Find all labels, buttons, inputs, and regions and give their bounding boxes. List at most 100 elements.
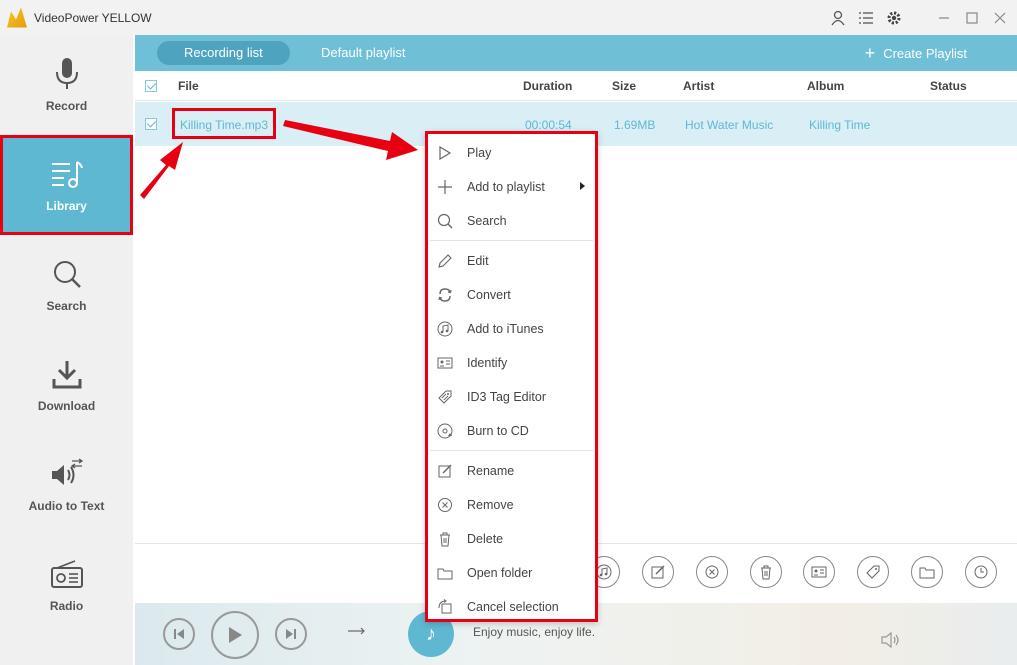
sidebar-item-search[interactable]: Search	[0, 235, 133, 335]
menu-item-add-to-playlist[interactable]: Add to playlist	[428, 170, 595, 204]
tab-default-playlist[interactable]: Default playlist	[294, 41, 433, 65]
menu-item-cancel-selection[interactable]: Cancel selection	[428, 590, 595, 624]
radio-icon	[50, 557, 84, 591]
create-playlist-button[interactable]: + Create Playlist	[865, 41, 967, 65]
filename-highlight-box	[172, 108, 276, 139]
menu-item-edit[interactable]: Edit	[428, 244, 595, 278]
column-header-file[interactable]: File	[178, 79, 199, 93]
music-note-icon: ♪	[426, 622, 436, 645]
folder-icon[interactable]	[911, 556, 943, 588]
create-playlist-label: Create Playlist	[883, 46, 967, 61]
convert-icon	[435, 285, 455, 305]
menu-list-icon[interactable]	[857, 9, 875, 27]
menu-item-label: Delete	[467, 532, 504, 546]
remove-icon[interactable]	[696, 556, 728, 588]
library-music-icon	[50, 157, 84, 191]
title-bar: VideoPower YELLOW	[0, 0, 1017, 35]
clock-icon[interactable]	[965, 556, 997, 588]
remove-icon	[435, 495, 455, 515]
sidebar-item-radio[interactable]: Radio	[0, 535, 133, 635]
tag-icon	[435, 387, 455, 407]
volume-icon[interactable]	[880, 631, 902, 652]
menu-item-label: Edit	[467, 254, 489, 268]
close-icon[interactable]	[991, 9, 1009, 27]
menu-item-label: Convert	[467, 288, 511, 302]
itunes-icon	[435, 319, 455, 339]
sidebar-item-record[interactable]: Record	[0, 35, 133, 135]
sidebar-item-library[interactable]: Library	[0, 135, 133, 235]
repeat-order-icon[interactable]	[347, 625, 367, 640]
menu-item-label: Rename	[467, 464, 515, 478]
column-header-artist[interactable]: Artist	[683, 79, 714, 93]
previous-track-button[interactable]	[163, 618, 195, 650]
play-icon	[229, 627, 242, 643]
sidebar-item-label: Search	[46, 299, 87, 313]
cd-icon	[435, 421, 455, 441]
id-card-icon	[435, 353, 455, 373]
playlist-tab-bar: Recording list Default playlist + Create …	[135, 35, 1017, 71]
menu-item-identify[interactable]: Identify	[428, 346, 595, 380]
download-icon	[50, 357, 84, 391]
maximize-icon[interactable]	[963, 9, 981, 27]
search-icon	[50, 257, 84, 291]
cell-album: Killing Time	[809, 118, 871, 132]
next-icon	[286, 629, 296, 639]
app-logo-icon	[7, 7, 27, 28]
file-table-header: File Duration Size Artist Album Status	[135, 71, 1017, 101]
sidebar-item-download[interactable]: Download	[0, 335, 133, 435]
sidebar: Record Library Search Download Audio to …	[0, 35, 133, 665]
next-track-button[interactable]	[275, 618, 307, 650]
column-header-duration[interactable]: Duration	[523, 79, 572, 93]
menu-item-burn-to-cd[interactable]: Burn to CD	[428, 414, 595, 448]
app-title: VideoPower YELLOW	[34, 10, 152, 25]
menu-item-search[interactable]: Search	[428, 204, 595, 238]
menu-item-label: Add to iTunes	[467, 322, 544, 336]
player-tagline: Enjoy music, enjoy life.	[473, 625, 596, 639]
menu-item-play[interactable]: Play	[428, 136, 595, 170]
sidebar-item-audio-to-text[interactable]: Audio to Text	[0, 435, 133, 535]
menu-item-add-to-itunes[interactable]: Add to iTunes	[428, 312, 595, 346]
edit-icon[interactable]	[642, 556, 674, 588]
cell-duration: 00:00:54	[525, 118, 572, 132]
menu-item-remove[interactable]: Remove	[428, 488, 595, 522]
rename-icon	[435, 461, 455, 481]
column-header-size[interactable]: Size	[612, 79, 636, 93]
trash-icon[interactable]	[750, 556, 782, 588]
sidebar-item-label: Audio to Text	[28, 499, 105, 513]
menu-item-id3-tag-editor[interactable]: ID3 Tag Editor	[428, 380, 595, 414]
menu-item-label: Remove	[467, 498, 514, 512]
audio-to-text-icon	[50, 457, 84, 491]
menu-item-label: Play	[467, 146, 492, 160]
previous-icon	[174, 629, 184, 639]
select-all-checkbox[interactable]	[145, 80, 157, 92]
tab-recording-list[interactable]: Recording list	[157, 41, 290, 65]
plus-icon: +	[864, 43, 876, 63]
minimize-icon[interactable]	[935, 9, 953, 27]
menu-item-delete[interactable]: Delete	[428, 522, 595, 556]
search-icon	[435, 211, 455, 231]
column-header-status[interactable]: Status	[930, 79, 967, 93]
menu-item-convert[interactable]: Convert	[428, 278, 595, 312]
menu-item-label: Add to playlist	[467, 180, 545, 194]
menu-item-open-folder[interactable]: Open folder	[428, 556, 595, 590]
row-checkbox[interactable]	[145, 118, 157, 130]
folder-icon	[435, 563, 455, 583]
sidebar-item-label: Library	[46, 199, 87, 213]
id-card-icon[interactable]	[803, 556, 835, 588]
menu-item-rename[interactable]: Rename	[428, 454, 595, 488]
annotation-arrow-to-file	[140, 142, 183, 199]
column-header-album[interactable]: Album	[807, 79, 844, 93]
play-button[interactable]	[211, 611, 259, 659]
menu-item-label: Search	[467, 214, 507, 228]
menu-item-label: Burn to CD	[467, 424, 529, 438]
menu-separator	[430, 450, 593, 451]
context-menu: Play Add to playlist Search Edit Convert…	[425, 131, 598, 622]
sidebar-item-label: Record	[45, 99, 88, 113]
tag-icon[interactable]	[857, 556, 889, 588]
user-icon[interactable]	[829, 9, 847, 27]
sidebar-item-label: Radio	[49, 599, 84, 613]
gear-icon[interactable]	[885, 9, 903, 27]
plus-icon	[435, 177, 455, 197]
menu-item-label: Identify	[467, 356, 508, 370]
cell-artist: Hot Water Music	[685, 118, 774, 132]
